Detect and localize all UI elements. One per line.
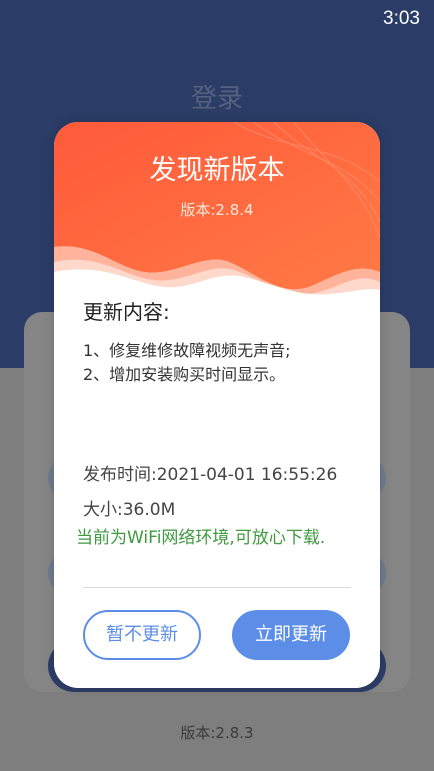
new-version-label: 版本:2.8.4 [180, 201, 254, 219]
update-now-button[interactable]: 立即更新 [232, 610, 350, 660]
background-page-title: 登录 [190, 84, 243, 114]
skip-update-button[interactable]: 暂不更新 [83, 610, 201, 660]
dialog-header: 发现新版本 版本:2.8.4 [54, 122, 380, 297]
divider [83, 587, 351, 588]
update-changes-list: 1、修复维修故障视频无声音; 2、增加安装购买时间显示。 [83, 339, 291, 387]
update-dialog: 发现新版本 版本:2.8.4 更新内容: 1、修复维修故障视频无声音; 2、增加… [54, 122, 380, 688]
change-item: 1、修复维修故障视频无声音; [83, 341, 291, 360]
dialog-title: 发现新版本 [149, 155, 285, 186]
update-content-heading: 更新内容: [83, 300, 170, 324]
status-bar-time: 3:03 [383, 8, 420, 29]
change-item: 2、增加安装购买时间显示。 [83, 365, 286, 384]
package-size: 大小:36.0M [83, 500, 176, 520]
wifi-note: 当前为WiFi网络环境,可放心下载. [76, 528, 326, 548]
release-time: 发布时间:2021-04-01 16:55:26 [83, 465, 338, 485]
background-version-label: 版本:2.8.3 [180, 724, 254, 742]
